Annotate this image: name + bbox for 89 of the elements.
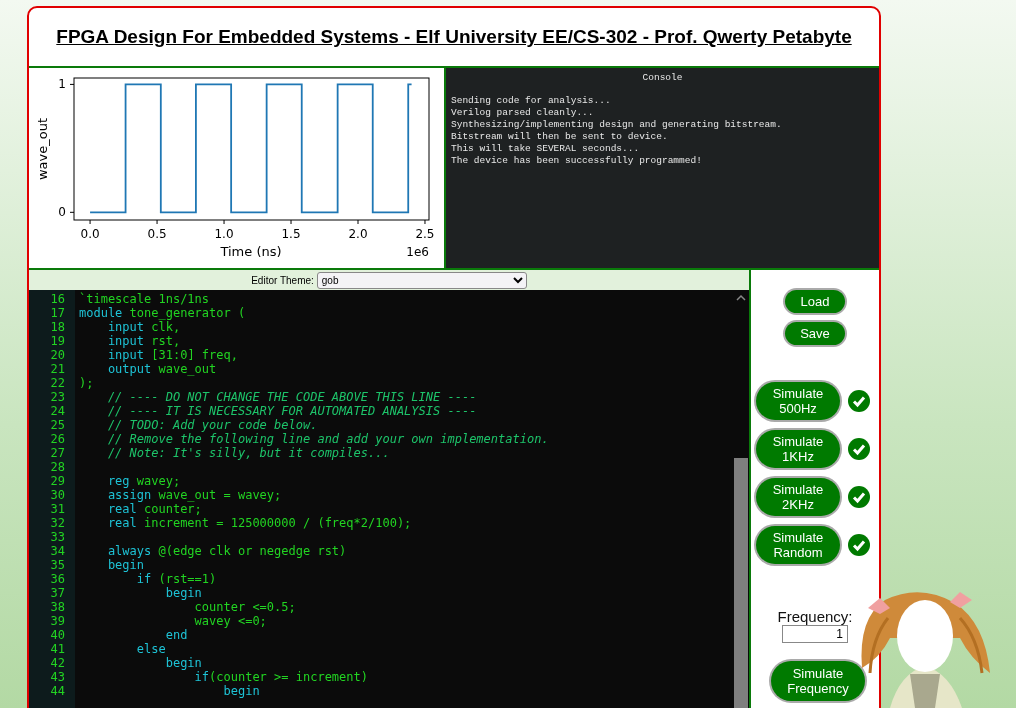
code-line: begin bbox=[106, 558, 146, 572]
console-line: Synthesizing/implementing design and generating bitstream. bbox=[451, 119, 783, 131]
line-number: 37 bbox=[49, 586, 66, 600]
file-button[interactable]: Load bbox=[785, 290, 845, 313]
code-line: wavey <=0; bbox=[193, 614, 268, 628]
line-number: 24 bbox=[49, 404, 66, 418]
code-line: real counter; bbox=[106, 502, 203, 516]
line-number: 28 bbox=[49, 460, 66, 474]
y-axis-label: wave_out bbox=[35, 117, 50, 181]
line-number: 32 bbox=[49, 516, 66, 530]
line-number: 19 bbox=[49, 334, 66, 348]
line-number: 34 bbox=[49, 544, 66, 558]
code-line: input rst, bbox=[106, 334, 182, 348]
theme-label: Editor Theme: bbox=[251, 274, 314, 286]
line-number: 41 bbox=[49, 642, 66, 656]
line-number: 38 bbox=[49, 600, 66, 614]
code-line: begin bbox=[164, 586, 203, 600]
line-number: 26 bbox=[49, 432, 66, 446]
y-tick-label: 1 bbox=[58, 77, 66, 92]
line-number: 31 bbox=[49, 502, 66, 516]
line-number: 35 bbox=[49, 558, 66, 572]
console-line: The device has been successfully programmed! bbox=[451, 155, 703, 167]
simulate-button[interactable]: Simulate 500Hz bbox=[756, 382, 840, 420]
code-line: always @(edge clk or negedge rst) bbox=[106, 544, 348, 558]
code-line: begin bbox=[164, 656, 203, 670]
file-button[interactable]: Save bbox=[785, 322, 845, 345]
code-line: if(counter >= increment) bbox=[193, 670, 369, 684]
code-line: module tone_generator ( bbox=[79, 306, 247, 320]
code-line: real increment = 125000000 / (freq*2/100); bbox=[106, 516, 413, 530]
console-line: Verilog parsed cleanly... bbox=[451, 107, 595, 119]
page-title: FPGA Design For Embedded Systems - Elf University EE/CS-302 - Prof. Qwerty Petabyte bbox=[56, 26, 852, 48]
x-tick-label: 0.5 bbox=[147, 227, 167, 241]
x-tick-label: 0.0 bbox=[80, 227, 100, 241]
console-title: Console bbox=[642, 72, 683, 83]
code-line: // ---- DO NOT CHANGE THE CODE ABOVE THIS LINE ---- bbox=[106, 390, 478, 404]
code-line: begin bbox=[222, 684, 261, 698]
code-editor[interactable] bbox=[29, 290, 749, 708]
line-number: 44 bbox=[49, 684, 66, 698]
x-tick-label: 1.5 bbox=[281, 227, 301, 241]
x-axis-label: Time (ns) bbox=[220, 244, 282, 259]
simulate-frequency-button[interactable]: Simulate Frequency bbox=[771, 661, 865, 701]
line-number: 22 bbox=[49, 376, 66, 390]
axis-scale-label: 1e6 bbox=[406, 245, 429, 259]
simulate-button[interactable]: Simulate 2KHz bbox=[756, 478, 840, 516]
code-line: else bbox=[135, 642, 167, 656]
scroll-up-icon[interactable] bbox=[736, 294, 746, 301]
line-number: 25 bbox=[49, 418, 66, 432]
line-number: 18 bbox=[49, 320, 66, 334]
line-number: 30 bbox=[49, 488, 66, 502]
line-number: 40 bbox=[49, 628, 66, 642]
simulate-button[interactable]: Simulate Random bbox=[756, 526, 840, 564]
code-line: ); bbox=[79, 376, 95, 390]
scroll-thumb[interactable] bbox=[734, 458, 748, 708]
line-number: 36 bbox=[49, 572, 66, 586]
code-line: output wave_out bbox=[106, 362, 218, 376]
x-tick-label: 1.0 bbox=[214, 227, 234, 241]
line-number: 29 bbox=[49, 474, 66, 488]
simulate-button[interactable]: Simulate 1KHz bbox=[756, 430, 840, 468]
console-line: Bitstream will then be sent to device. bbox=[451, 131, 669, 143]
code-line: // Remove the following line and add your own implementation. bbox=[106, 432, 550, 446]
x-tick-label: 2.0 bbox=[348, 227, 368, 241]
code-line: `timescale 1ns/1ns bbox=[79, 292, 211, 306]
theme-select[interactable]: gob bbox=[316, 271, 527, 289]
x-tick-label: 2.5 bbox=[415, 227, 435, 241]
line-number: 33 bbox=[49, 530, 66, 544]
code-line: // TODO: Add your code below. bbox=[106, 418, 319, 432]
line-number: 17 bbox=[49, 306, 66, 320]
console-line: This will take SEVERAL seconds... bbox=[451, 143, 641, 155]
line-number: 16 bbox=[49, 292, 66, 306]
line-number: 39 bbox=[49, 614, 66, 628]
code-line: assign wave_out = wavey; bbox=[106, 488, 283, 502]
code-line: // ---- IT IS NECESSARY FOR AUTOMATED ANALYSIS ---- bbox=[106, 404, 478, 418]
code-line: if (rst==1) bbox=[135, 572, 218, 586]
code-line: input [31:0] freq, bbox=[106, 348, 239, 362]
code-line: end bbox=[165, 628, 189, 642]
line-number: 42 bbox=[49, 656, 66, 670]
code-line: counter <=0.5; bbox=[193, 600, 297, 614]
code-line: input clk, bbox=[106, 320, 182, 334]
frequency-label: Frequency: bbox=[777, 608, 853, 625]
line-number: 43 bbox=[49, 670, 66, 684]
frequency-input[interactable]: 1 bbox=[782, 625, 848, 643]
line-number: 20 bbox=[49, 348, 66, 362]
code-line: reg wavey; bbox=[106, 474, 182, 488]
line-number: 21 bbox=[49, 362, 66, 376]
console-line: Sending code for analysis... bbox=[451, 95, 612, 107]
y-tick-label: 0 bbox=[58, 205, 66, 220]
code-line: // Note: It's silly, but it compiles... bbox=[106, 446, 391, 460]
line-number: 23 bbox=[49, 390, 66, 404]
line-number: 27 bbox=[49, 446, 66, 460]
